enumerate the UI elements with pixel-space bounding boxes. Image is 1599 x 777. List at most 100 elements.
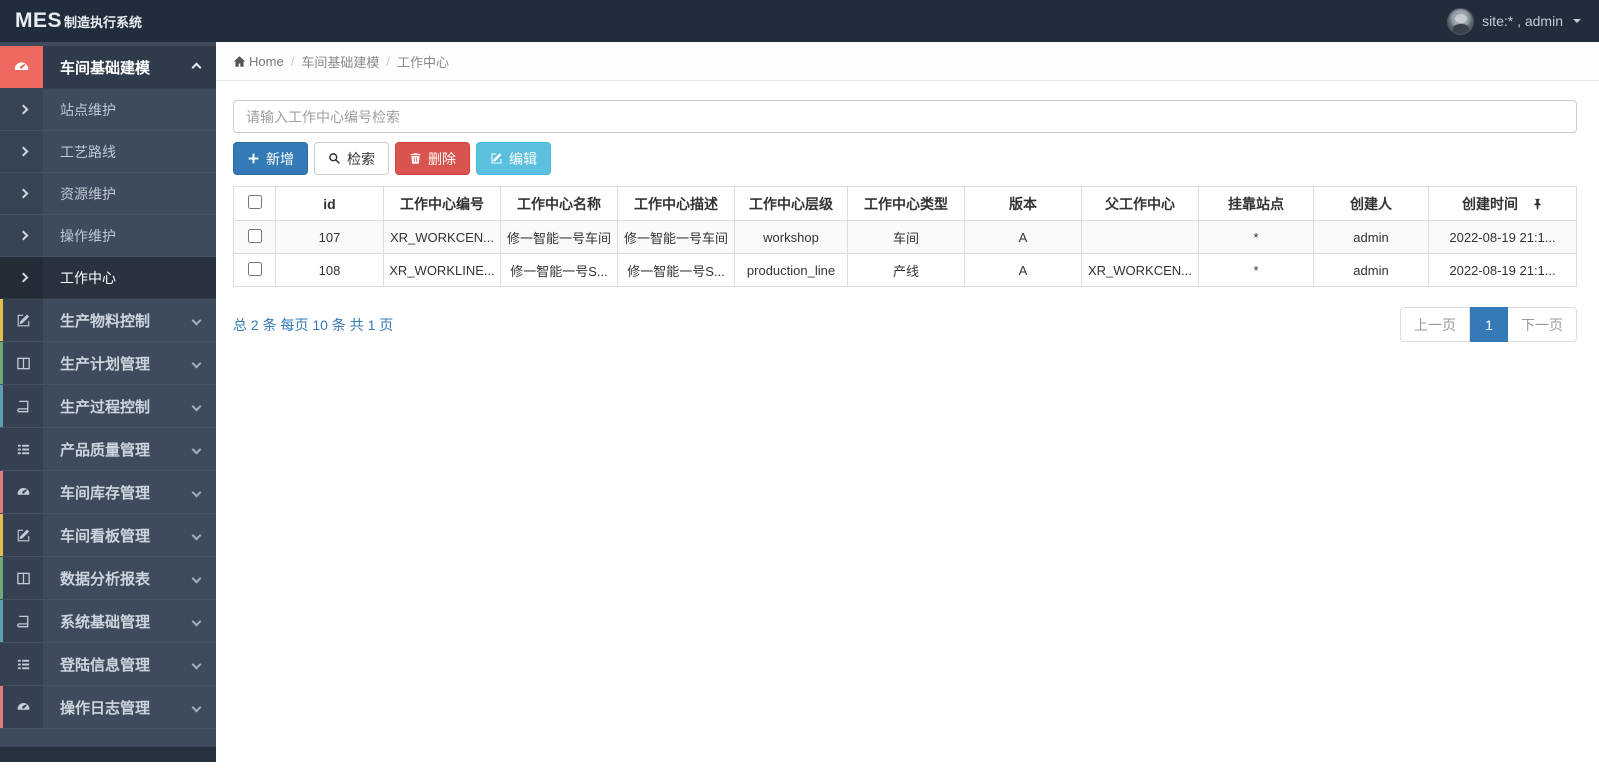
chevron-down-icon <box>191 530 202 540</box>
edit-button-label: 编辑 <box>509 150 537 167</box>
breadcrumb-level1[interactable]: 车间基础建模 <box>301 52 379 71</box>
col-header-work-center-level[interactable]: 工作中心层级 <box>734 186 848 221</box>
cell-attached-station: * <box>1198 253 1314 287</box>
sidebar-subitem-label: 站点维护 <box>60 101 116 118</box>
sidebar-item-login-info-management[interactable]: 登陆信息管理 <box>0 643 216 686</box>
sidebar-item-label: 系统基础管理 <box>60 613 151 631</box>
book-icon <box>0 600 43 642</box>
chevron-down-icon <box>191 702 202 712</box>
plus-icon <box>248 153 259 164</box>
sidebar-item-workshop-inventory-management[interactable]: 车间库存管理 <box>0 471 216 514</box>
chevron-down-icon <box>191 444 202 454</box>
gauge-icon <box>0 471 43 513</box>
chevron-down-icon <box>191 487 202 497</box>
col-header-work-center-code[interactable]: 工作中心编号 <box>383 186 501 221</box>
work-center-search-input[interactable] <box>233 100 1577 133</box>
col-header-creator[interactable]: 创建人 <box>1313 186 1429 221</box>
pagination-zone: 总 2 条 每页 10 条 共 1 页 上一页 1 下一页 <box>233 307 1577 342</box>
breadcrumb-level2: 工作中心 <box>396 54 449 70</box>
pencil-square-icon <box>0 514 43 556</box>
table-header-row: id 工作中心编号 工作中心名称 工作中心描述 工作中心层级 工作中心类型 版本… <box>233 186 1577 221</box>
sidebar-item-workshop-modeling[interactable]: 车间基础建模 <box>0 46 216 89</box>
list-icon <box>0 428 43 470</box>
sidebar-subitem-label: 操作维护 <box>60 227 116 244</box>
caret-down-icon <box>1573 19 1581 23</box>
sidebar-item-label: 车间基础建模 <box>60 59 151 77</box>
table-row[interactable]: 108 XR_WORKLINE... 修一智能一号S... 修一智能一号S...… <box>233 253 1577 287</box>
cell-work-center-code: XR_WORKLINE... <box>383 253 501 287</box>
edit-button[interactable]: 编辑 <box>476 142 551 175</box>
sidebar-subitem-operation-maintenance[interactable]: 操作维护 <box>0 215 216 257</box>
sidebar-item-label: 车间看板管理 <box>60 527 151 545</box>
sidebar-subitem-process-route[interactable]: 工艺路线 <box>0 131 216 173</box>
cell-work-center-type: 产线 <box>847 253 965 287</box>
sidebar-subitem-station-maintenance[interactable]: 站点维护 <box>0 89 216 131</box>
cell-creator: admin <box>1313 253 1429 287</box>
book-icon <box>0 385 43 427</box>
chevron-right-icon <box>0 131 43 172</box>
table-row[interactable]: 107 XR_WORKCEN... 修一智能一号车间 修一智能一号车间 work… <box>233 220 1577 254</box>
sidebar-subitem-label: 工作中心 <box>60 269 116 286</box>
col-header-create-time-label: 创建时间 <box>1462 195 1518 212</box>
next-page-button[interactable]: 下一页 <box>1508 307 1577 342</box>
col-header-id[interactable]: id <box>275 186 384 221</box>
sidebar-item-product-quality-management[interactable]: 产品质量管理 <box>0 428 216 471</box>
chevron-right-icon <box>0 173 43 214</box>
col-header-work-center-name[interactable]: 工作中心名称 <box>500 186 618 221</box>
sidebar-item-label: 操作日志管理 <box>60 699 151 717</box>
prev-page-button[interactable]: 上一页 <box>1400 307 1470 342</box>
chevron-down-icon <box>191 315 202 325</box>
sidebar-item-system-basic-management[interactable]: 系统基础管理 <box>0 600 216 643</box>
delete-button[interactable]: 删除 <box>395 142 470 175</box>
col-header-version[interactable]: 版本 <box>964 186 1082 221</box>
sidebar-item-data-analysis-reports[interactable]: 数据分析报表 <box>0 557 216 600</box>
sidebar-subitem-work-center[interactable]: 工作中心 <box>0 257 216 299</box>
sidebar-item-label: 生产过程控制 <box>60 398 151 416</box>
sidebar-item-production-material-control[interactable]: 生产物料控制 <box>0 299 216 342</box>
cell-work-center-desc: 修一智能一号S... <box>617 253 735 287</box>
chevron-up-icon <box>191 62 202 72</box>
app-logo[interactable]: MES 制造执行系统 <box>0 9 142 33</box>
add-button-label: 新增 <box>266 150 294 167</box>
col-header-work-center-desc[interactable]: 工作中心描述 <box>617 186 735 221</box>
sidebar-item-production-plan-management[interactable]: 生产计划管理 <box>0 342 216 385</box>
sidebar-item-label: 数据分析报表 <box>60 570 151 588</box>
row-checkbox[interactable] <box>247 261 262 276</box>
sidebar-item-workshop-kanban-management[interactable]: 车间看板管理 <box>0 514 216 557</box>
cell-id: 108 <box>275 253 384 287</box>
row-checkbox[interactable] <box>247 228 262 243</box>
breadcrumb-home-link[interactable]: Home <box>233 54 284 69</box>
pin-icon[interactable] <box>1532 198 1543 210</box>
user-label: site:* , admin <box>1482 13 1563 29</box>
select-all-checkbox[interactable] <box>247 195 262 209</box>
cell-id: 107 <box>275 220 384 254</box>
sidebar-item-operation-log-management[interactable]: 操作日志管理 <box>0 686 216 729</box>
search-button[interactable]: 检索 <box>314 142 389 175</box>
col-header-parent-work-center[interactable]: 父工作中心 <box>1081 186 1199 221</box>
chevron-down-icon <box>191 659 202 669</box>
cell-attached-station: * <box>1198 220 1314 254</box>
sidebar-item-label: 登陆信息管理 <box>60 656 151 674</box>
page-1-button[interactable]: 1 <box>1470 307 1508 342</box>
sidebar-subitem-label: 工艺路线 <box>60 143 116 160</box>
cell-work-center-name: 修一智能一号车间 <box>500 220 618 254</box>
cell-work-center-type: 车间 <box>847 220 965 254</box>
cell-work-center-level: workshop <box>734 220 848 254</box>
sidebar-item-label: 生产物料控制 <box>60 312 151 330</box>
cell-work-center-name: 修一智能一号S... <box>500 253 618 287</box>
gauge-icon <box>0 46 43 88</box>
cell-parent-work-center <box>1081 220 1199 254</box>
trash-icon <box>410 153 421 164</box>
user-menu[interactable]: site:* , admin <box>1447 7 1599 35</box>
sidebar-subitem-resource-maintenance[interactable]: 资源维护 <box>0 173 216 215</box>
col-header-attached-station[interactable]: 挂靠站点 <box>1198 186 1314 221</box>
col-header-create-time[interactable]: 创建时间 <box>1428 186 1577 221</box>
top-navbar: MES 制造执行系统 site:* , admin <box>0 0 1599 42</box>
chevron-right-icon <box>0 257 43 298</box>
chevron-right-icon <box>0 215 43 256</box>
edit-icon <box>491 153 502 164</box>
col-header-work-center-type[interactable]: 工作中心类型 <box>847 186 965 221</box>
pagination-summary[interactable]: 总 2 条 每页 10 条 共 1 页 <box>233 315 393 335</box>
sidebar-item-production-process-control[interactable]: 生产过程控制 <box>0 385 216 428</box>
add-button[interactable]: 新增 <box>233 142 308 175</box>
